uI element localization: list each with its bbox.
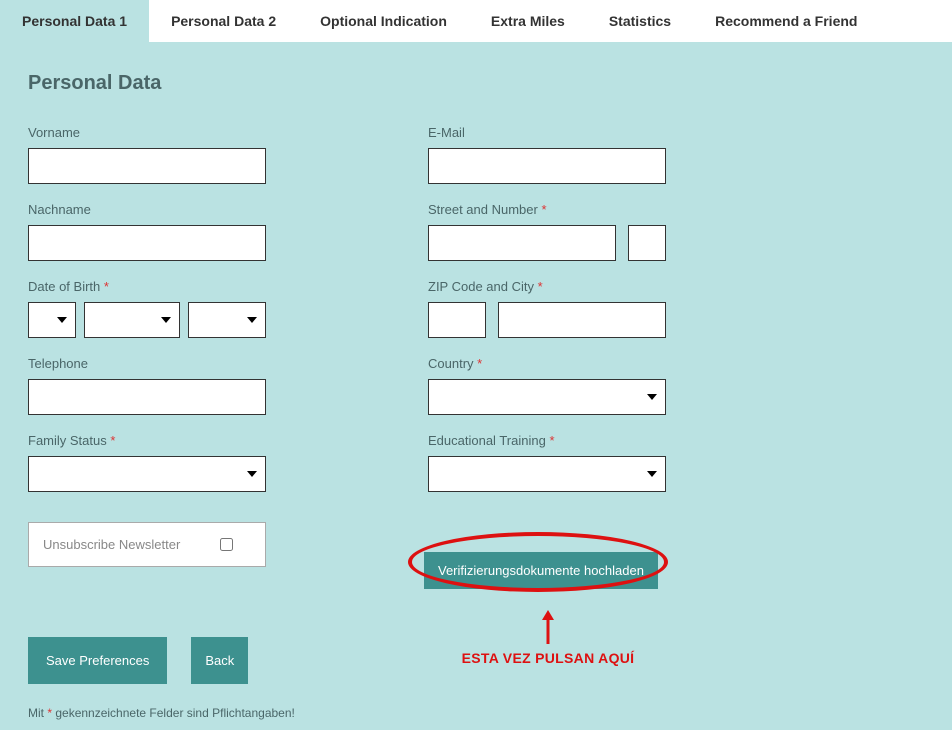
dob-day-select[interactable] xyxy=(28,302,76,338)
dob-year-select[interactable] xyxy=(188,302,266,338)
required-star: * xyxy=(104,279,109,294)
zip-label-text: ZIP Code and City xyxy=(428,279,534,294)
country-select[interactable] xyxy=(428,379,666,415)
tab-optional-indication[interactable]: Optional Indication xyxy=(298,0,469,42)
required-star: * xyxy=(538,279,543,294)
vorname-label: Vorname xyxy=(28,125,268,140)
required-star: * xyxy=(549,433,554,448)
education-label: Educational Training * xyxy=(428,433,668,448)
tab-statistics[interactable]: Statistics xyxy=(587,0,693,42)
zip-input[interactable] xyxy=(428,302,486,338)
city-input[interactable] xyxy=(498,302,666,338)
street-number-input[interactable] xyxy=(628,225,666,261)
footnote-prefix: Mit xyxy=(28,706,47,720)
family-status-select[interactable] xyxy=(28,456,266,492)
telephone-label: Telephone xyxy=(28,356,268,371)
upload-documents-button[interactable]: Verifizierungsdokumente hochladen xyxy=(424,552,658,589)
nachname-label: Nachname xyxy=(28,202,268,217)
street-label-text: Street and Number xyxy=(428,202,538,217)
dob-label: Date of Birth * xyxy=(28,279,268,294)
family-status-label-text: Family Status xyxy=(28,433,107,448)
required-star: * xyxy=(110,433,115,448)
email-input[interactable] xyxy=(428,148,666,184)
zip-label: ZIP Code and City * xyxy=(428,279,668,294)
back-button[interactable]: Back xyxy=(191,637,248,684)
required-star: * xyxy=(541,202,546,217)
tab-recommend-friend[interactable]: Recommend a Friend xyxy=(693,0,879,42)
arrow-up-icon xyxy=(538,610,558,644)
education-label-text: Educational Training xyxy=(428,433,546,448)
footnote: Mit * gekennzeichnete Felder sind Pflich… xyxy=(28,706,924,720)
newsletter-box: Unsubscribe Newsletter xyxy=(28,522,266,567)
education-select[interactable] xyxy=(428,456,666,492)
newsletter-checkbox[interactable] xyxy=(220,538,233,551)
street-label: Street and Number * xyxy=(428,202,668,217)
tab-personal-data-2[interactable]: Personal Data 2 xyxy=(149,0,298,42)
tab-extra-miles[interactable]: Extra Miles xyxy=(469,0,587,42)
email-label: E-Mail xyxy=(428,125,668,140)
dob-label-text: Date of Birth xyxy=(28,279,100,294)
annotation-text: ESTA VEZ PULSAN AQUÍ xyxy=(428,650,668,666)
tabs-bar: Personal Data 1 Personal Data 2 Optional… xyxy=(0,0,952,42)
footnote-suffix: gekennzeichnete Felder sind Pflichtangab… xyxy=(52,706,295,720)
section-title: Personal Data xyxy=(28,72,924,95)
upload-area: Verifizierungsdokumente hochladen ESTA V… xyxy=(428,542,668,602)
required-star: * xyxy=(477,356,482,371)
nachname-input[interactable] xyxy=(28,225,266,261)
annotation-arrow-group: ESTA VEZ PULSAN AQUÍ xyxy=(428,610,668,666)
right-column: E-Mail Street and Number * ZIP Code and … xyxy=(428,125,668,684)
street-input[interactable] xyxy=(428,225,616,261)
newsletter-label: Unsubscribe Newsletter xyxy=(43,537,180,552)
vorname-input[interactable] xyxy=(28,148,266,184)
tab-personal-data-1[interactable]: Personal Data 1 xyxy=(0,0,149,42)
country-label: Country * xyxy=(428,356,668,371)
country-label-text: Country xyxy=(428,356,474,371)
save-button[interactable]: Save Preferences xyxy=(28,637,167,684)
dob-month-select[interactable] xyxy=(84,302,180,338)
family-status-label: Family Status * xyxy=(28,433,268,448)
left-column: Vorname Nachname Date of Birth * Telepho… xyxy=(28,125,268,684)
telephone-input[interactable] xyxy=(28,379,266,415)
content-panel: Personal Data Vorname Nachname Date of B… xyxy=(0,42,952,730)
